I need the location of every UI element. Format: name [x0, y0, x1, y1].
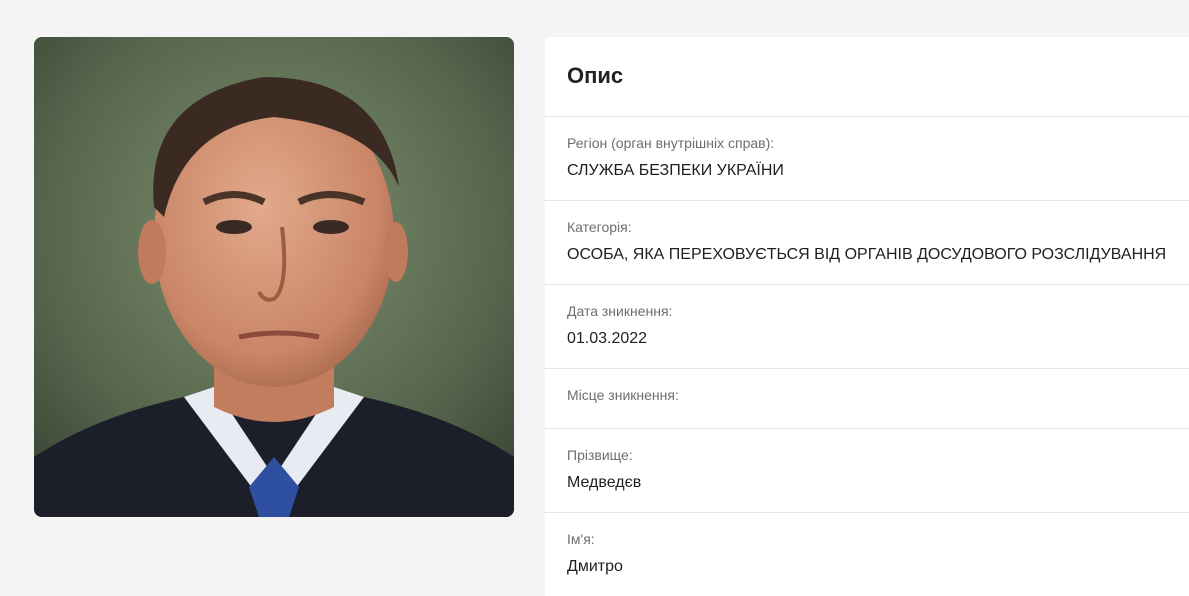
description-card: Опис Регіон (орган внутрішніх справ): СЛ…	[545, 37, 1189, 596]
field-label: Категорія:	[567, 219, 632, 235]
portrait-image	[34, 37, 514, 517]
field-first-name: Ім'я: Дмитро	[545, 513, 1189, 596]
field-label: Ім'я:	[567, 531, 595, 547]
field-region: Регіон (орган внутрішніх справ): СЛУЖБА …	[545, 117, 1189, 201]
field-value: Дмитро	[567, 558, 623, 575]
field-surname: Прізвище: Медведєв	[545, 429, 1189, 513]
field-label: Регіон (орган внутрішніх справ):	[567, 135, 775, 151]
card-title: Опис	[545, 37, 1189, 117]
field-label: Прізвище:	[567, 447, 633, 463]
person-photo	[34, 37, 514, 517]
field-category: Категорія: ОСОБА, ЯКА ПЕРЕХОВУЄТЬСЯ ВІД …	[545, 201, 1189, 285]
field-disappearance-place: Місце зникнення:	[545, 369, 1189, 429]
field-label: Місце зникнення:	[567, 387, 679, 403]
field-value: ОСОБА, ЯКА ПЕРЕХОВУЄТЬСЯ ВІД ОРГАНІВ ДОС…	[567, 246, 1167, 263]
field-value: 01.03.2022	[567, 330, 648, 347]
field-value: СЛУЖБА БЕЗПЕКИ УКРАЇНИ	[567, 162, 784, 179]
field-value: Медведєв	[567, 474, 642, 491]
field-disappearance-date: Дата зникнення: 01.03.2022	[545, 285, 1189, 369]
field-label: Дата зникнення:	[567, 303, 673, 319]
